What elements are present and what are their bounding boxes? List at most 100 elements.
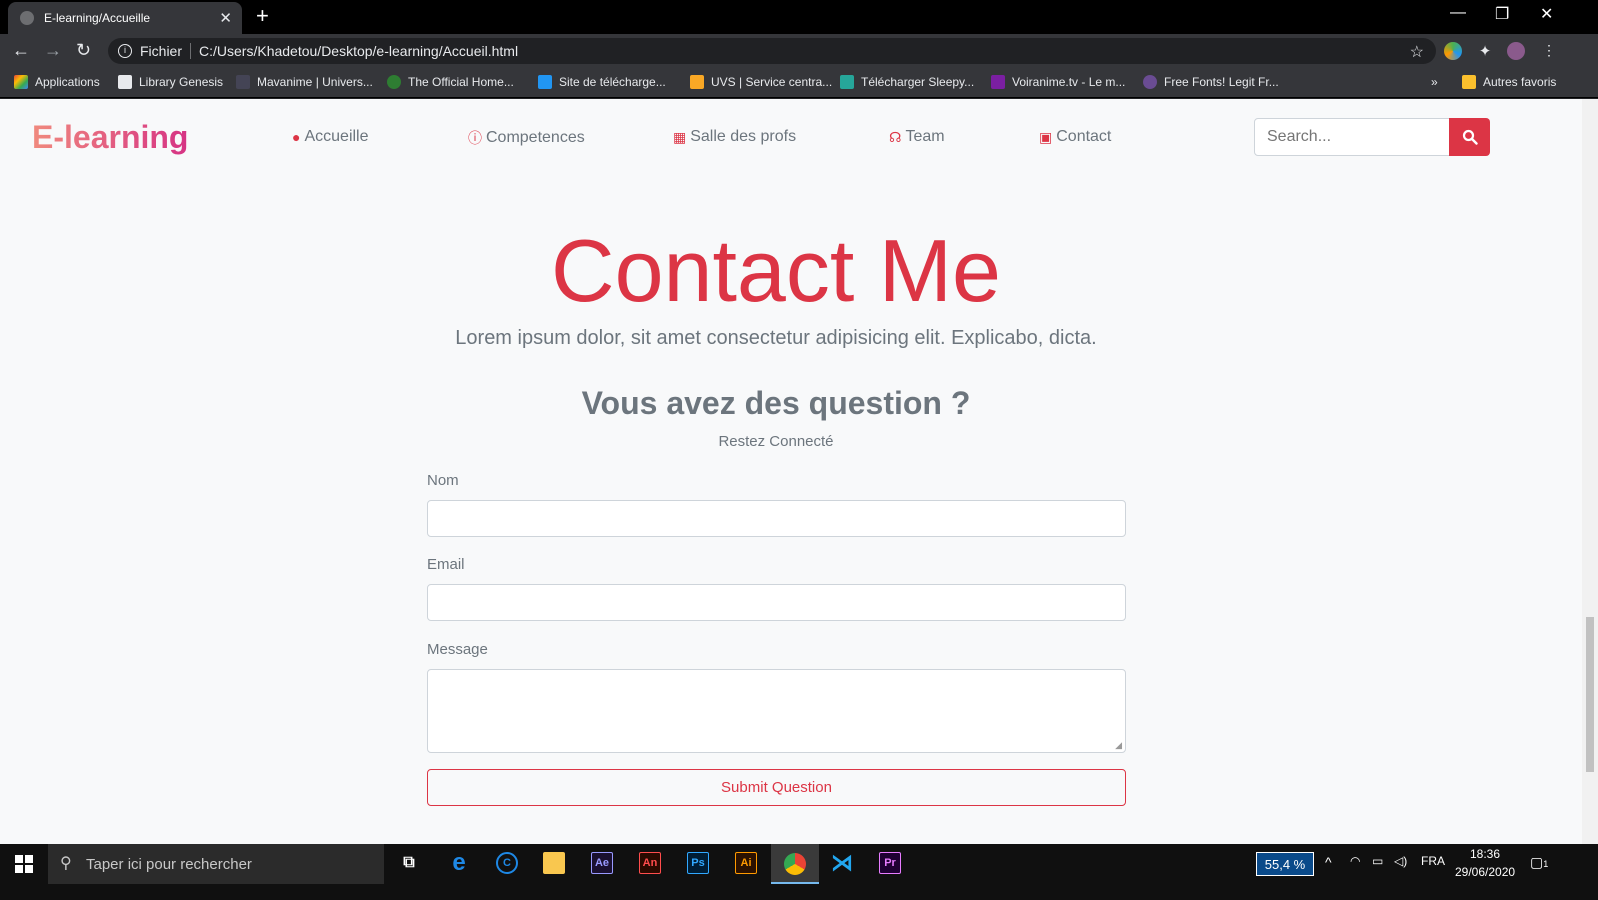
premiere-icon[interactable]: Pr xyxy=(879,852,901,874)
headset-icon: ☊ xyxy=(889,128,902,145)
wifi-icon[interactable]: ◠ xyxy=(1350,854,1360,868)
bookmark-voiranime[interactable]: Voiranime.tv - Le m... xyxy=(991,75,1125,89)
windows-start-icon[interactable] xyxy=(15,855,33,873)
photoshop-icon[interactable]: Ps xyxy=(687,852,709,874)
volume-icon[interactable]: ◁) xyxy=(1394,854,1407,868)
new-tab-icon[interactable]: + xyxy=(256,3,269,29)
avatar[interactable] xyxy=(1507,42,1525,60)
taskbar: ⚲ Taper ici pour rechercher ⧉ e C Ae An … xyxy=(0,844,1598,900)
tab-title: E-learning/Accueille xyxy=(44,11,151,25)
submit-button[interactable]: Submit Question xyxy=(427,769,1126,806)
taskbar-search-placeholder: Taper ici pour rechercher xyxy=(86,855,252,873)
puzzle-icon[interactable]: ✦ xyxy=(1476,42,1494,60)
folder-icon xyxy=(1462,75,1476,89)
bookmark-telecharger-sleepy[interactable]: Télécharger Sleepy... xyxy=(840,75,974,89)
notification-icon[interactable]: ▢1 xyxy=(1530,854,1548,871)
info-circle-icon: ⓘ xyxy=(468,130,482,146)
animate-icon[interactable]: An xyxy=(639,852,661,874)
nav-label: Competences xyxy=(486,129,585,146)
after-effects-icon[interactable]: Ae xyxy=(591,852,613,874)
vscode-icon[interactable]: ⋊ xyxy=(831,850,853,875)
extension-icon[interactable] xyxy=(1444,42,1462,60)
file-explorer-icon[interactable] xyxy=(543,852,565,874)
play-icon xyxy=(991,75,1005,89)
nav-team[interactable]: ☊ Team xyxy=(889,128,945,146)
search-button[interactable] xyxy=(1449,118,1490,156)
email-label: Email xyxy=(427,556,465,573)
page-scrollbar[interactable] xyxy=(1582,99,1598,844)
bookmark-label: Free Fonts! Legit Fr... xyxy=(1164,75,1279,89)
address-bar[interactable]: i Fichier C:/Users/Khadetou/Desktop/e-le… xyxy=(108,38,1436,64)
bookmark-label: Télécharger Sleepy... xyxy=(861,75,975,89)
chevron-up-icon[interactable]: ^ xyxy=(1325,854,1332,870)
task-view-icon[interactable]: ⧉ xyxy=(398,852,420,874)
browser-tab-strip: E-learning/Accueille ✕ + — ❐ ✕ xyxy=(0,0,1598,34)
search-input[interactable] xyxy=(1254,118,1450,156)
bookmark-label: Library Genesis xyxy=(139,75,224,89)
globe-icon xyxy=(20,11,34,25)
browser-tab[interactable]: E-learning/Accueille ✕ xyxy=(8,2,242,34)
bookmark-uvs[interactable]: UVS | Service centra... xyxy=(690,75,832,89)
book-icon xyxy=(118,75,132,89)
bookmark-site-telechargement[interactable]: Site de télécharge... xyxy=(538,75,666,89)
address-divider xyxy=(190,43,192,59)
more-bookmarks-icon[interactable]: » xyxy=(1431,75,1438,89)
info-icon[interactable]: i xyxy=(118,44,132,58)
url-text[interactable]: C:/Users/Khadetou/Desktop/e-learning/Acc… xyxy=(199,43,518,59)
zoom-indicator[interactable]: 55,4 % xyxy=(1256,852,1314,876)
email-field[interactable] xyxy=(427,584,1126,621)
nav-salle-des-profs[interactable]: ▦ Salle des profs xyxy=(673,128,796,146)
brand-logo[interactable]: E-learning xyxy=(32,119,188,156)
page-subtitle: Lorem ipsum dolor, sit amet consectetur … xyxy=(455,327,1097,349)
scrollbar-thumb[interactable] xyxy=(1586,617,1594,772)
bookmark-label: Site de télécharge... xyxy=(559,75,666,89)
reload-icon[interactable]: ↻ xyxy=(76,40,91,61)
comment-icon: ● xyxy=(292,129,301,145)
taskbar-search[interactable]: ⚲ Taper ici pour rechercher xyxy=(48,844,384,884)
forward-icon[interactable]: → xyxy=(44,40,62,61)
resize-handle-icon[interactable]: ◢ xyxy=(1115,740,1122,751)
bookmark-official-home[interactable]: The Official Home... xyxy=(387,75,514,89)
bookmark-applications[interactable]: Applications xyxy=(14,75,100,89)
download-icon xyxy=(538,75,552,89)
bookmark-library-genesis[interactable]: Library Genesis xyxy=(118,75,223,89)
back-icon[interactable]: ← xyxy=(12,40,30,61)
page-title: Contact Me xyxy=(551,221,1001,320)
close-icon[interactable]: ✕ xyxy=(219,9,232,27)
clock-time[interactable]: 18:36 xyxy=(1470,847,1500,861)
search-icon xyxy=(1462,129,1478,145)
bookmark-autres-favoris[interactable]: Autres favoris xyxy=(1462,75,1556,89)
nav-label: Accueille xyxy=(304,128,369,145)
edge-icon[interactable]: e xyxy=(448,849,470,876)
menu-dots-icon[interactable]: ⋮ xyxy=(1542,42,1560,60)
nav-label: Contact xyxy=(1056,128,1112,145)
clock-date[interactable]: 29/06/2020 xyxy=(1455,865,1515,879)
nav-accueille[interactable]: ● Accueille xyxy=(292,128,369,146)
form-subheading: Restez Connecté xyxy=(718,433,834,450)
battery-icon[interactable]: ▭ xyxy=(1372,854,1383,868)
browser-toolbar: ← → ↻ i Fichier C:/Users/Khadetou/Deskto… xyxy=(0,34,1598,68)
bookmark-mavanime[interactable]: Mavanime | Univers... xyxy=(236,75,373,89)
active-indicator xyxy=(771,882,819,884)
restore-icon[interactable]: ❐ xyxy=(1495,4,1509,24)
nav-contact[interactable]: ▣ Contact xyxy=(1039,128,1111,146)
language-indicator[interactable]: FRA xyxy=(1421,854,1445,868)
message-textarea[interactable]: ◢ xyxy=(427,669,1126,753)
site-icon xyxy=(236,75,250,89)
nav-label: Salle des profs xyxy=(690,128,797,145)
window-close-icon[interactable]: ✕ xyxy=(1540,4,1553,24)
illustrator-icon[interactable]: Ai xyxy=(735,852,757,874)
chrome-taskbar-active[interactable] xyxy=(771,844,819,884)
apps-grid-icon xyxy=(14,75,28,89)
nav-competences[interactable]: ⓘ Competences xyxy=(468,128,585,148)
bookmark-free-fonts[interactable]: Free Fonts! Legit Fr... xyxy=(1143,75,1279,89)
nav-label: Team xyxy=(905,128,945,145)
bookmark-label: Mavanime | Univers... xyxy=(257,75,373,89)
site-icon xyxy=(840,75,854,89)
name-field[interactable] xyxy=(427,500,1126,537)
ccleaner-icon[interactable]: C xyxy=(496,852,518,874)
chrome-icon xyxy=(784,853,806,875)
bookmark-star-icon[interactable]: ☆ xyxy=(1410,42,1424,62)
minimize-icon[interactable]: — xyxy=(1450,4,1466,22)
name-label: Nom xyxy=(427,472,459,489)
